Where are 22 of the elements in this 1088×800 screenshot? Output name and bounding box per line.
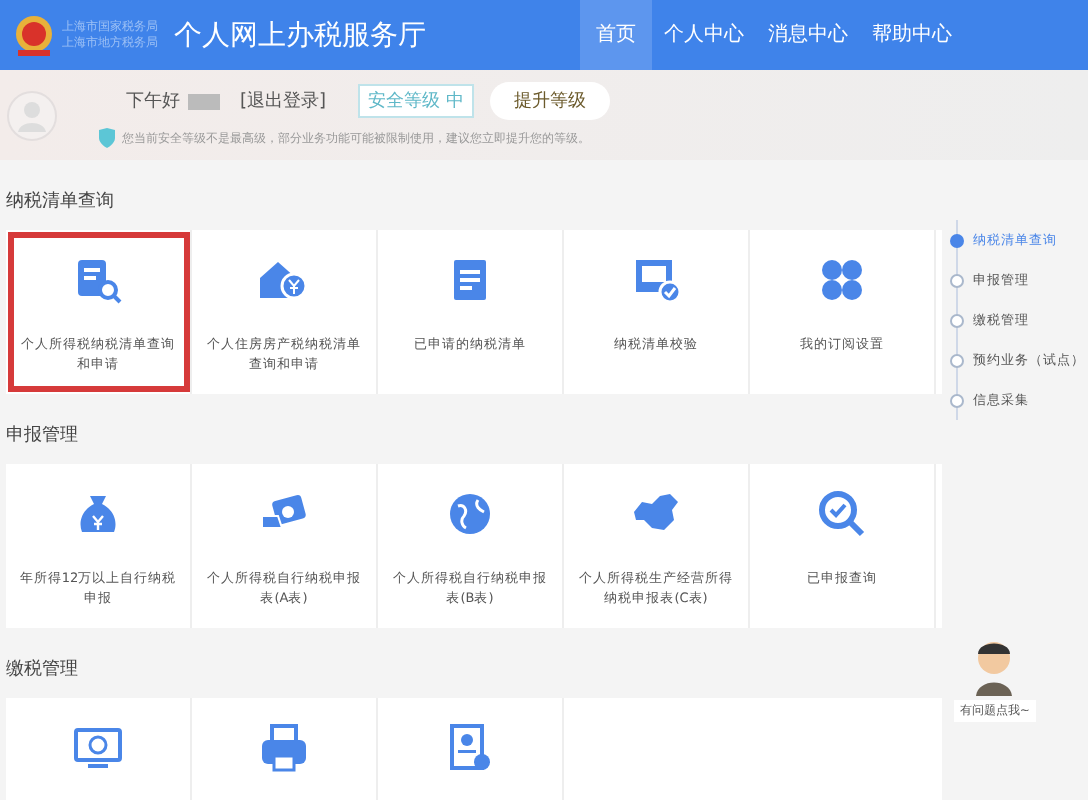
four-petal-icon bbox=[816, 254, 868, 306]
section-title: 缴税管理 bbox=[6, 657, 80, 684]
nav-tab[interactable]: 帮助中心 bbox=[860, 0, 964, 70]
emblem-icon bbox=[12, 13, 56, 57]
search-icon bbox=[816, 488, 868, 540]
shield-icon bbox=[98, 128, 116, 148]
certificate-icon bbox=[444, 722, 496, 774]
list-search-icon bbox=[72, 254, 124, 306]
section-title: 纳税清单查询 bbox=[6, 189, 116, 216]
monitor-icon bbox=[72, 722, 124, 774]
logout-link[interactable]: [退出登录] bbox=[240, 88, 327, 114]
section-title: 申报管理 bbox=[6, 423, 80, 450]
security-level-badge: 安全等级 中 bbox=[358, 84, 474, 118]
printer-icon bbox=[258, 722, 310, 774]
site-title: 个人网上办税服务厅 bbox=[174, 17, 426, 53]
nav-tab[interactable]: 消息中心 bbox=[756, 0, 860, 70]
greeting-text: 下午好 bbox=[126, 89, 180, 114]
monitor-check-icon bbox=[630, 254, 682, 306]
upgrade-button[interactable]: 提升等级 bbox=[489, 82, 610, 120]
nav-tab[interactable]: 个人中心 bbox=[652, 0, 756, 70]
redacted-name-block bbox=[188, 93, 220, 109]
assistant-avatar-icon[interactable] bbox=[972, 640, 1017, 696]
